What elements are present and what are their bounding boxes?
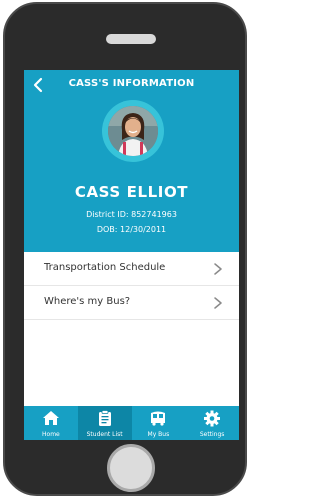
bottom-tab-bar: Home Student List My Bus Settings [24, 406, 239, 440]
menu-item-transportation-schedule[interactable]: Transportation Schedule [24, 252, 239, 286]
tab-student-list[interactable]: Student List [77, 406, 132, 440]
tab-label: My Bus [147, 431, 170, 438]
student-name: CASS ELLIOT [74, 183, 189, 201]
phone-speaker [106, 34, 156, 44]
menu-item-label: Transportation Schedule [44, 262, 166, 273]
menu-item-label: Where's my Bus? [44, 296, 131, 307]
clipboard-icon [98, 410, 111, 426]
avatar-ring [102, 100, 164, 162]
phone-frame: CASS'S INFORMATION CASS ELLIOT District … [3, 2, 247, 496]
tab-my-bus[interactable]: My Bus [132, 406, 186, 440]
tab-home[interactable]: Home [24, 406, 78, 440]
app-screen: CASS'S INFORMATION CASS ELLIOT District … [24, 70, 239, 440]
student-avatar [108, 106, 158, 156]
tab-settings[interactable]: Settings [185, 406, 239, 440]
chevron-right-icon [214, 263, 222, 275]
gear-icon [204, 410, 221, 427]
student-photo [108, 106, 158, 156]
tab-label: Home [42, 431, 60, 438]
district-id: District ID: 852741963 [86, 210, 177, 219]
page-title: CASS'S INFORMATION [68, 78, 195, 89]
menu-item-wheres-my-bus[interactable]: Where's my Bus? [24, 286, 239, 320]
bus-icon [151, 411, 166, 426]
phone-home-button[interactable] [107, 444, 155, 492]
student-header: CASS'S INFORMATION CASS ELLIOT District … [24, 70, 239, 252]
tab-label: Student List [86, 431, 123, 438]
home-icon [42, 411, 59, 425]
chevron-right-icon [214, 297, 222, 309]
tab-label: Settings [199, 431, 225, 438]
date-of-birth: DOB: 12/30/2011 [96, 225, 167, 234]
